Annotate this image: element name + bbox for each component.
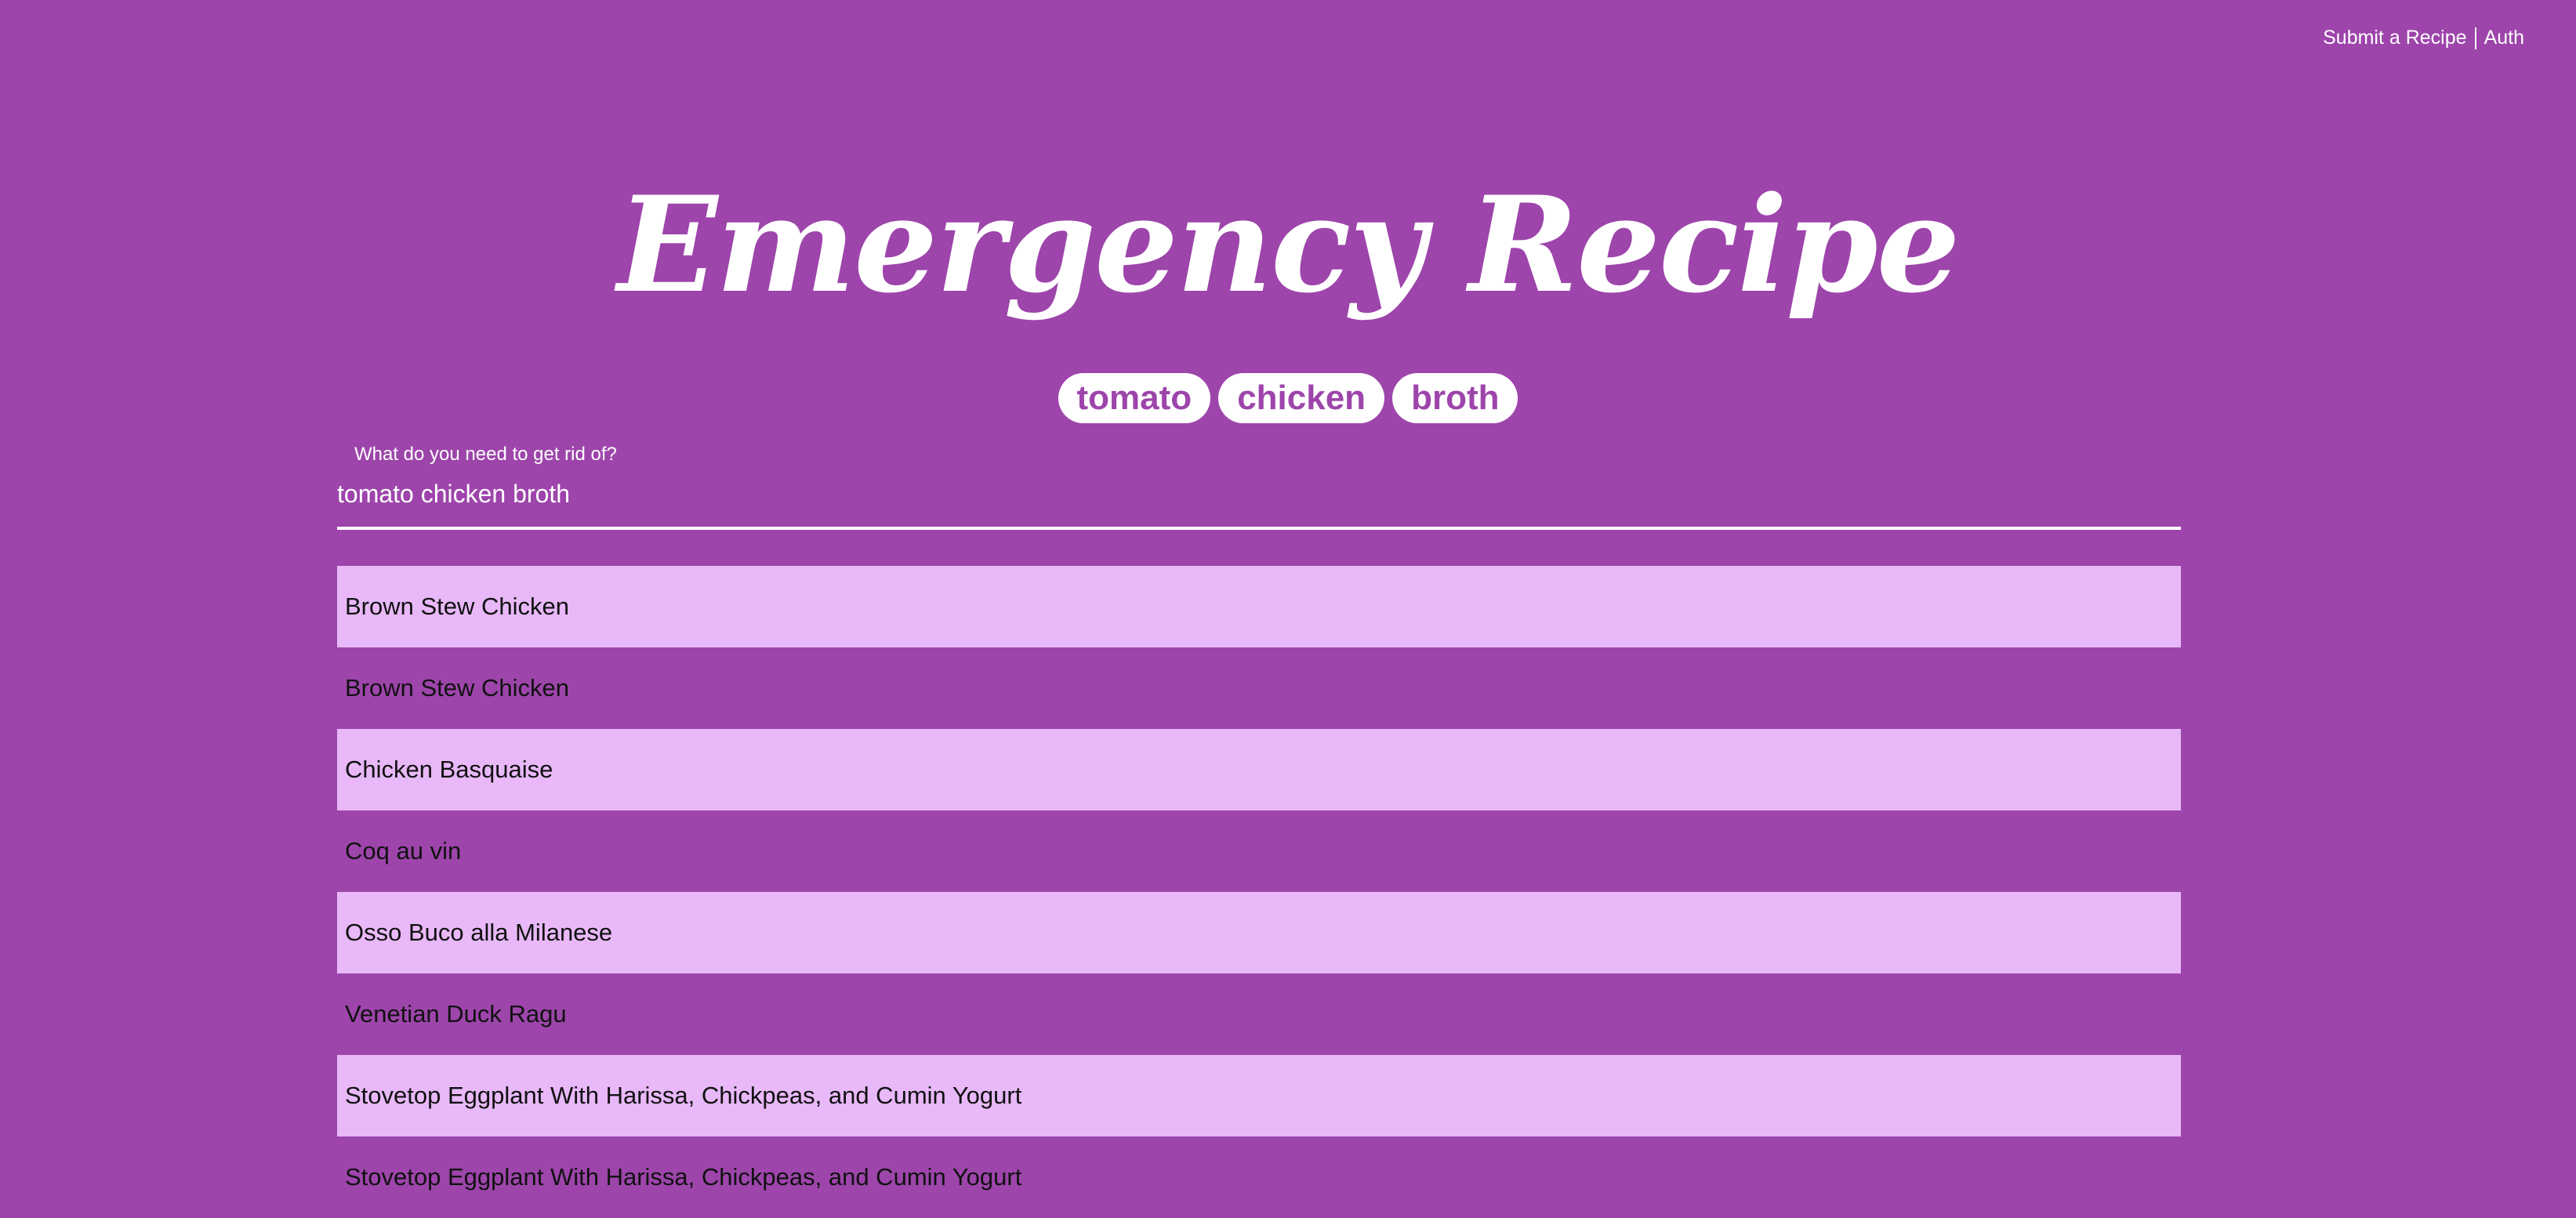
tag-broth[interactable]: broth xyxy=(1392,373,1518,423)
top-nav: Submit a Recipe Auth xyxy=(2323,27,2524,49)
auth-link[interactable]: Auth xyxy=(2484,27,2524,49)
submit-recipe-link[interactable]: Submit a Recipe xyxy=(2323,27,2466,49)
result-item[interactable]: Brown Stew Chicken xyxy=(337,566,2181,647)
ingredient-tags: tomato chicken broth xyxy=(0,373,2576,423)
result-item[interactable]: Osso Buco alla Milanese xyxy=(337,892,2181,973)
nav-divider xyxy=(2474,27,2476,49)
result-item[interactable]: Brown Stew Chicken xyxy=(337,647,2181,729)
result-item[interactable]: Stovetop Eggplant With Harissa, Chickpea… xyxy=(337,1055,2181,1136)
result-item[interactable]: Stovetop Eggplant With Harissa, Chickpea… xyxy=(337,1136,2181,1218)
results-list: Brown Stew Chicken Brown Stew Chicken Ch… xyxy=(337,566,2181,1218)
result-item[interactable]: Chicken Basquaise xyxy=(337,729,2181,810)
search-label: What do you need to get rid of? xyxy=(354,444,617,465)
page-title: Emergency Recipe xyxy=(617,167,1960,322)
result-item[interactable]: Venetian Duck Ragu xyxy=(337,973,2181,1055)
search-input[interactable] xyxy=(337,475,2181,530)
result-item[interactable]: Coq au vin xyxy=(337,810,2181,892)
tag-tomato[interactable]: tomato xyxy=(1058,373,1211,423)
tag-chicken[interactable]: chicken xyxy=(1218,373,1385,423)
